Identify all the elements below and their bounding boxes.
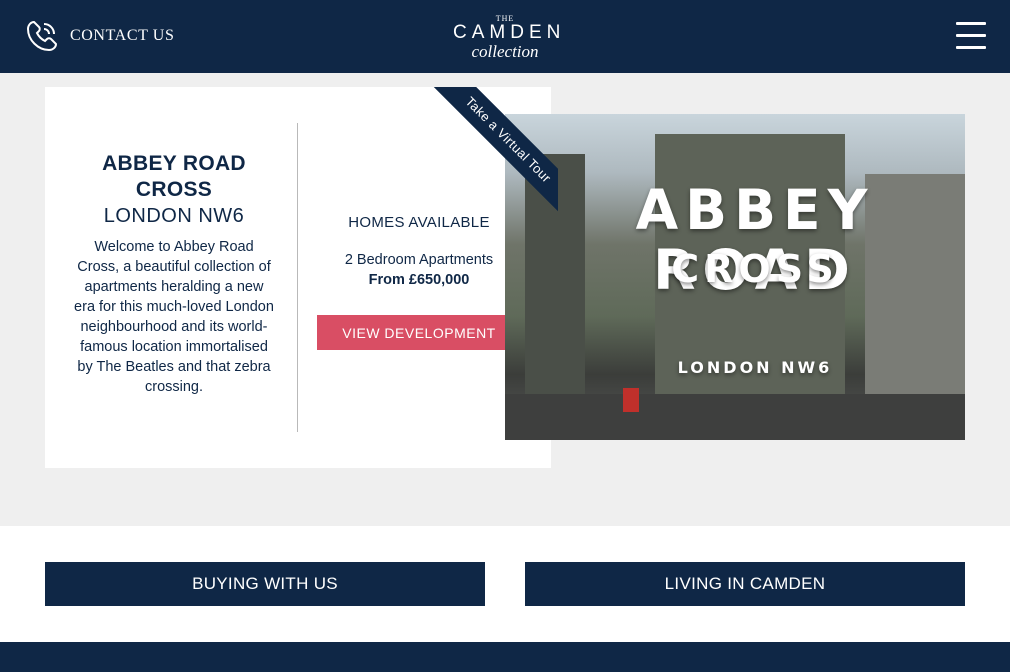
development-card: ABBEY ROAD CROSS LONDON NW6 Welcome to A… [45,87,551,468]
site-footer [0,642,1010,672]
view-development-button[interactable]: VIEW DEVELOPMENT [316,315,522,350]
site-header: CONTACT US THE CAMDEN collection [0,0,1010,73]
logo-wordmark: CAMDEN [453,22,566,43]
availability-info: HOMES AVAILABLE 2 Bedroom Apartments Fro… [313,213,525,350]
street [505,394,965,440]
red-bus [623,388,639,412]
living-in-camden-button[interactable]: LIVING IN CAMDEN [525,562,965,606]
development-name: ABBEY ROAD CROSS [102,152,246,201]
development-image[interactable]: ABBEY ROAD CROSS LONDON NW6 [505,114,965,440]
development-info: ABBEY ROAD CROSS LONDON NW6 Welcome to A… [73,151,275,397]
contact-us-link[interactable]: CONTACT US [22,16,174,56]
logo-subtitle: collection [471,42,539,61]
apartment-type: 2 Bedroom Apartments [344,252,494,268]
column-divider [297,123,298,432]
development-location: LONDON NW6 [103,205,245,227]
price: From £650,000 [368,272,470,288]
phone-icon [26,20,58,52]
hamburger-menu-icon[interactable] [955,20,987,54]
buying-with-us-button[interactable]: BUYING WITH US [45,562,485,606]
site-logo[interactable]: THE CAMDEN collection [449,14,561,62]
image-location: LONDON NW6 [677,358,833,377]
image-subtitle: CROSS [671,247,839,291]
homes-available-heading: HOMES AVAILABLE [348,214,490,231]
development-description: Welcome to Abbey Road Cross, a beautiful… [74,239,274,395]
contact-us-label: CONTACT US [70,27,175,44]
